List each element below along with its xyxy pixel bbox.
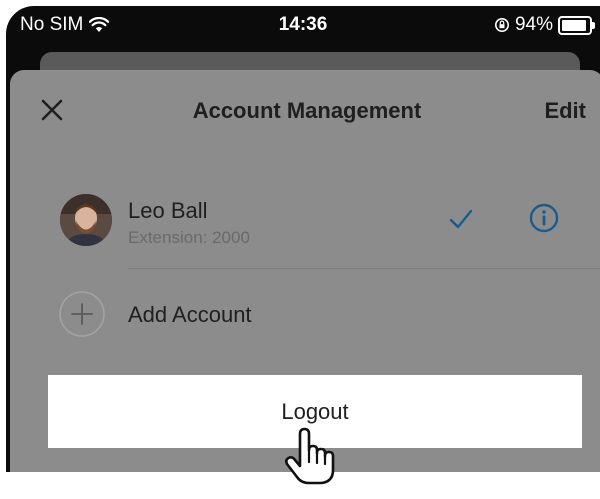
phone-screen: No SIM 14:36 94% Account Management Edit… <box>6 6 600 472</box>
page-title: Account Management <box>192 98 422 123</box>
divider <box>128 268 600 269</box>
orientation-lock-icon <box>494 18 509 32</box>
checkmark-icon <box>449 209 473 229</box>
battery-icon <box>558 15 595 35</box>
add-account-label: Add Account <box>128 302 252 327</box>
edit-button[interactable]: Edit <box>544 98 586 124</box>
avatar <box>60 194 112 246</box>
info-icon[interactable] <box>528 202 560 234</box>
battery-fill <box>562 19 587 31</box>
status-bar: No SIM 14:36 94% <box>6 6 600 46</box>
hand-cursor-icon <box>284 427 335 485</box>
add-account-row[interactable]: Add Account <box>50 280 450 350</box>
account-extension: Extension: 2000 <box>128 228 250 247</box>
plus-icon <box>59 291 105 337</box>
account-row[interactable]: Leo Ball Extension: 2000 <box>50 184 580 260</box>
account-management-sheet: Account Management Edit Leo Ball Extensi… <box>10 70 600 472</box>
account-name: Leo Ball <box>128 198 208 223</box>
battery-percent: 94% <box>514 14 553 35</box>
status-right: 94% <box>494 14 595 36</box>
